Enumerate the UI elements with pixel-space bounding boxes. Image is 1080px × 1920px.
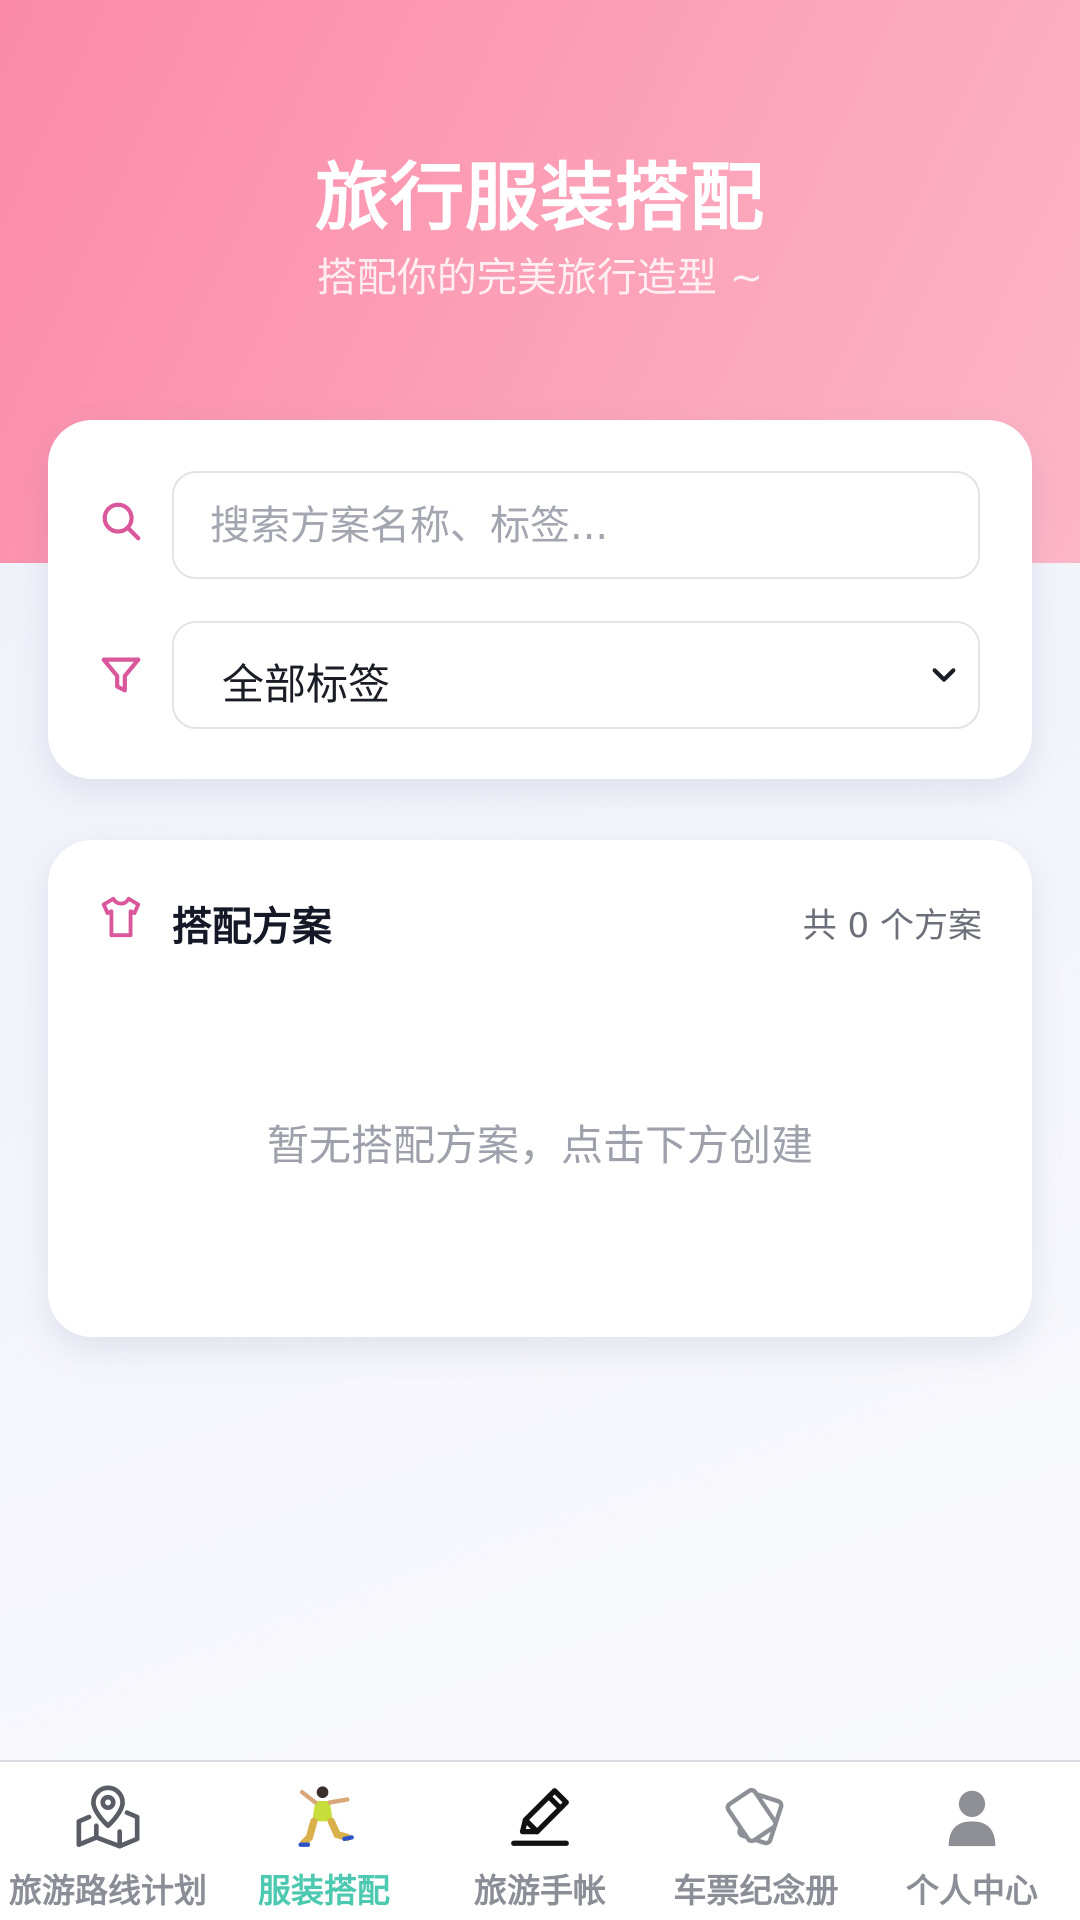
pencil-icon — [511, 1788, 569, 1846]
tab-label: 个人中心 — [906, 1871, 1038, 1910]
outfit-list-card: 搭配方案 共 0 个方案 暂无搭配方案，点击下方创建 — [48, 840, 1032, 1337]
filter-card: 全部标签 — [48, 420, 1032, 779]
map-pin-icon — [76, 1785, 140, 1849]
tag-select[interactable]: 全部标签 — [172, 621, 980, 729]
page-subtitle: 搭配你的完美旅行造型 ~ — [316, 255, 764, 301]
search-field[interactable] — [172, 471, 980, 579]
dancer-figure-icon — [298, 1786, 354, 1847]
outfit-list-title: 搭配方案 — [172, 904, 332, 950]
bottom-tab-bar: 旅游路线计划 服装搭配 旅游手帐 车票纪念册 个人中心 — [0, 1760, 1080, 1920]
user-icon — [948, 1790, 996, 1847]
tshirt-icon — [101, 896, 141, 938]
filter-icon — [101, 657, 141, 693]
page-title: 旅行服装搭配 — [315, 155, 765, 241]
tab-outfit[interactable]: 服装搭配 — [216, 1762, 432, 1920]
tab-route-plan[interactable]: 旅游路线计划 — [0, 1762, 216, 1920]
tab-profile[interactable]: 个人中心 — [864, 1762, 1080, 1920]
empty-state-text: 暂无搭配方案，点击下方创建 — [266, 1121, 813, 1170]
search-input[interactable] — [208, 473, 952, 579]
ticket-cards-icon — [725, 1787, 784, 1846]
search-icon — [102, 502, 141, 541]
tab-journal[interactable]: 旅游手帐 — [432, 1762, 648, 1920]
outfit-count: 共 0 个方案 — [802, 906, 982, 946]
tab-ticket-album[interactable]: 车票纪念册 — [648, 1762, 864, 1920]
tag-select-value: 全部标签 — [222, 660, 391, 709]
chevron-down-icon — [932, 668, 956, 682]
